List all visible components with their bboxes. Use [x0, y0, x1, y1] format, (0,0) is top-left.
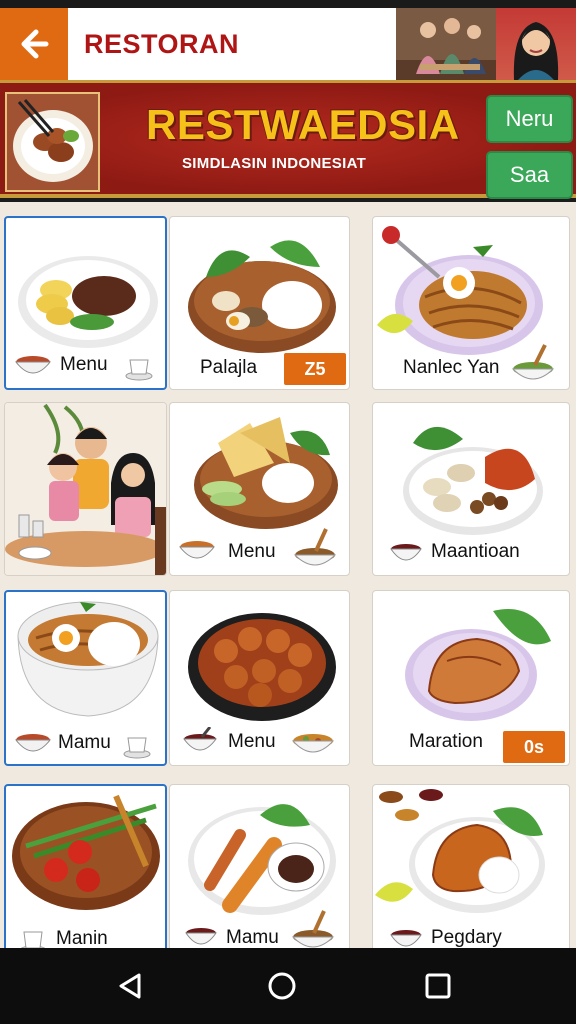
- sauce-bowl-icon: [511, 344, 555, 380]
- card-label: Maantioan: [431, 541, 520, 562]
- nav-recents-icon: [425, 973, 451, 999]
- cup-icon: [125, 359, 153, 381]
- menu-card[interactable]: Pegdary: [372, 784, 570, 948]
- card-label: Mamu: [226, 927, 279, 948]
- menu-card[interactable]: Menu: [4, 216, 167, 390]
- back-button[interactable]: [0, 8, 68, 80]
- menu-card[interactable]: Menu: [169, 590, 350, 766]
- system-nav-bar: [0, 948, 576, 1024]
- card-label: Manin: [56, 928, 108, 948]
- bowl-icon: [14, 734, 52, 752]
- sauce-cup-icon: [185, 928, 217, 945]
- card-label: Palajla: [200, 357, 258, 378]
- sauce-cup-icon: [390, 930, 422, 947]
- menu-card[interactable]: Nanlec Yan: [372, 216, 570, 390]
- price-badge: 0s: [503, 731, 565, 763]
- menu-card[interactable]: Mamu: [4, 590, 167, 766]
- nav-back-button[interactable]: [110, 966, 150, 1006]
- card-label: Pegdary: [431, 927, 502, 948]
- menu-card[interactable]: Maantioan: [372, 402, 570, 576]
- restaurant-name: RESTWAEDSIA: [146, 101, 460, 148]
- menu-card[interactable]: Mamu: [169, 784, 350, 948]
- card-label: Menu: [228, 541, 276, 562]
- family-photo-thumbnail[interactable]: [396, 8, 496, 80]
- food-image: [12, 794, 160, 910]
- sauce-bowl-icon: [291, 910, 335, 948]
- nav-home-icon: [268, 972, 296, 1000]
- nav-back-icon: [119, 973, 141, 999]
- bowl-icon: [14, 356, 52, 374]
- bowl-icon: [178, 541, 216, 559]
- banner-button-1[interactable]: Neru: [486, 95, 573, 143]
- cup-icon: [20, 931, 46, 948]
- restaurant-subtitle: SIMDLASIN INDONESIAT: [182, 155, 367, 172]
- avatar[interactable]: [496, 8, 576, 80]
- card-label: Menu: [228, 731, 276, 752]
- sauce-cup-icon: [183, 727, 217, 751]
- price-badge: Z5: [284, 353, 346, 385]
- family-photo-card[interactable]: [4, 402, 167, 576]
- cup-icon: [123, 737, 151, 759]
- restaurant-banner: RESTWAEDSIA SIMDLASIN INDONESIAT Neru Sa…: [0, 80, 576, 199]
- sauce-cup-icon: [390, 544, 422, 561]
- sauce-bowl-icon: [293, 528, 337, 566]
- banner-button-2[interactable]: Saa: [486, 151, 573, 199]
- menu-card[interactable]: Maration 0s: [372, 590, 570, 766]
- menu-card[interactable]: Menu: [169, 402, 350, 576]
- menu-card[interactable]: Palajla Z5: [169, 216, 350, 390]
- card-label: Nanlec Yan: [403, 357, 500, 378]
- family-dining-image: [5, 403, 166, 575]
- arrow-left-icon: [21, 29, 49, 59]
- card-label: Menu: [60, 354, 108, 375]
- menu-grid: Menu Palajla Z5 Nanlec Yan Menu Maantioa…: [0, 202, 576, 948]
- banner-food-photo: [5, 92, 100, 192]
- card-label: Maration: [409, 731, 483, 752]
- status-bar: [0, 0, 576, 8]
- menu-card[interactable]: Manin: [4, 784, 167, 948]
- food-image: [375, 789, 545, 913]
- sauce-bowl-icon: [291, 734, 335, 753]
- card-label: Mamu: [58, 732, 111, 753]
- nav-home-button[interactable]: [262, 966, 302, 1006]
- app-bar: RESTORAN: [0, 8, 576, 80]
- nav-recents-button[interactable]: [418, 966, 458, 1006]
